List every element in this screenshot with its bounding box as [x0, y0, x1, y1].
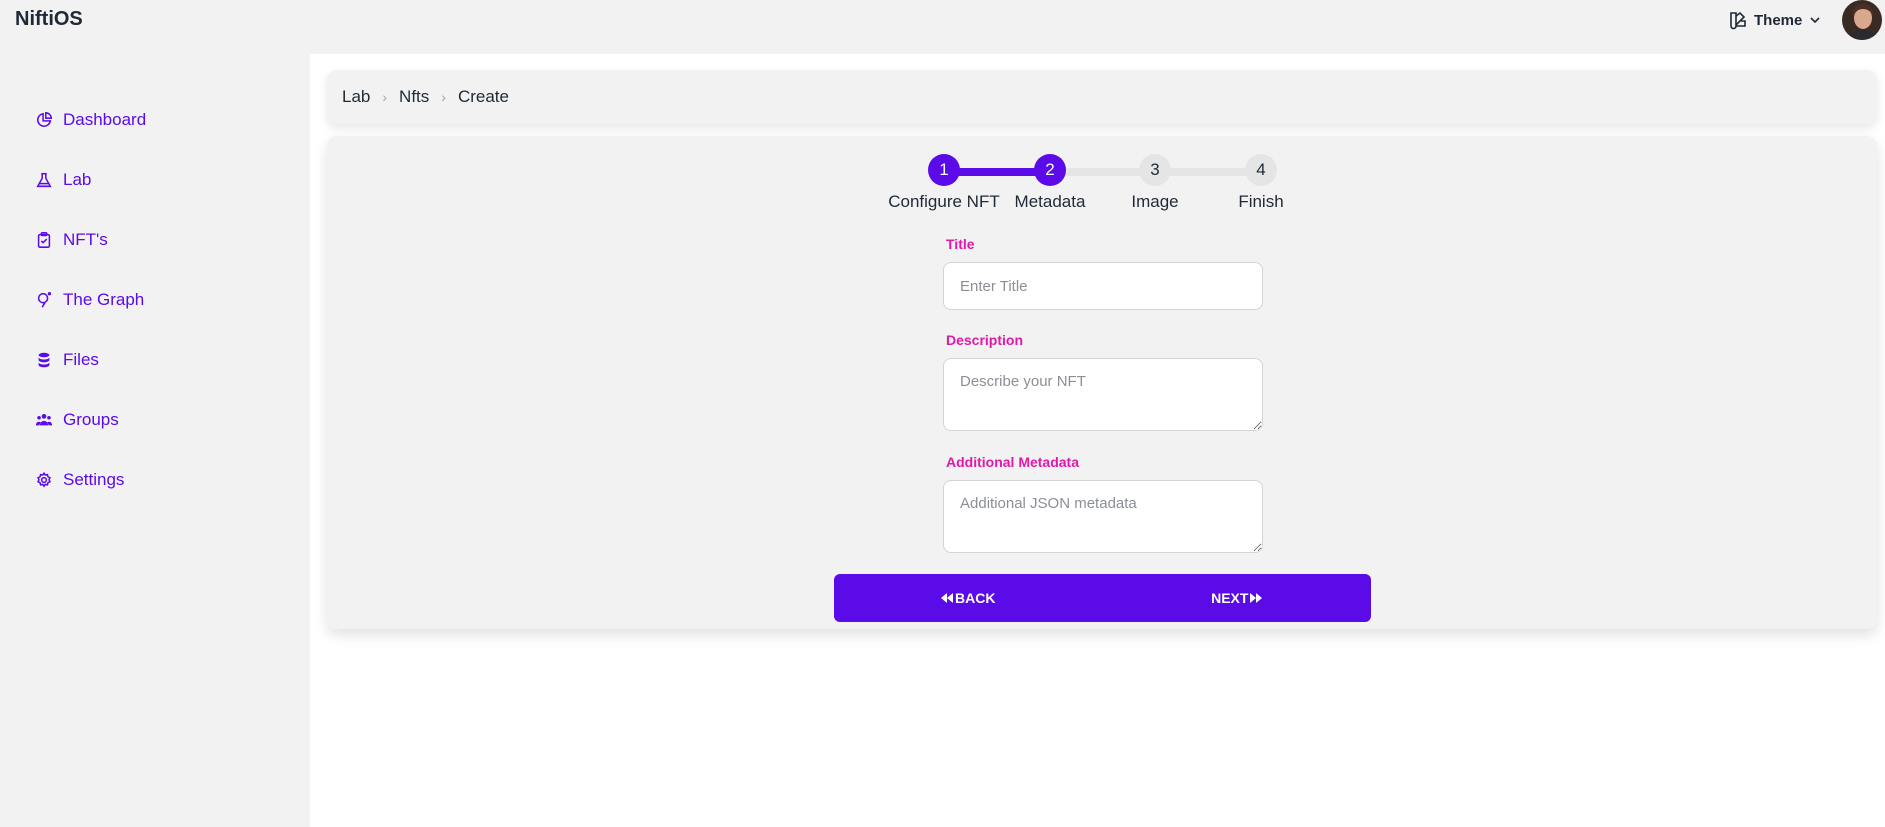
- sidebar-item-dashboard[interactable]: Dashboard: [35, 106, 146, 134]
- chevron-right-icon: ›: [441, 89, 446, 105]
- step-3-indicator: 3: [1139, 154, 1171, 186]
- step-4-label: Finish: [1238, 192, 1284, 211]
- sidebar-item-the-graph[interactable]: The Graph: [35, 286, 144, 314]
- chevron-down-icon: [1810, 17, 1820, 24]
- sidebar-item-label: NFT's: [63, 230, 108, 249]
- breadcrumb-item-lab[interactable]: Lab: [342, 87, 370, 107]
- rewind-icon: [941, 593, 954, 603]
- sidebar-item-label: Lab: [63, 170, 92, 189]
- sidebar: Dashboard Lab NFT's The Graph Files Grou…: [0, 54, 310, 827]
- breadcrumb-item-create: Create: [457, 87, 509, 106]
- breadcrumb: Lab › Nfts › Create: [327, 70, 1877, 124]
- fast-forward-icon: [1250, 593, 1263, 603]
- clipboard-check-icon: [37, 232, 51, 248]
- next-button-label: NEXT: [1211, 590, 1249, 606]
- step-2-indicator: 2: [1034, 154, 1066, 186]
- sidebar-item-files[interactable]: Files: [35, 346, 99, 374]
- top-bar: NiftiOS Theme: [0, 0, 1885, 54]
- breadcrumb-item-nfts[interactable]: Nfts: [399, 87, 429, 107]
- chart-pie-icon: [37, 112, 52, 127]
- user-avatar[interactable]: [1842, 0, 1882, 40]
- step-navigation: BACK NEXT: [834, 574, 1371, 622]
- sidebar-item-label: Files: [63, 350, 99, 369]
- sidebar-item-label: Dashboard: [63, 110, 147, 129]
- database-icon: [38, 352, 50, 368]
- additional-metadata-textarea[interactable]: [943, 480, 1263, 553]
- step-1-indicator: 1: [928, 154, 960, 186]
- chevron-right-icon: ›: [382, 89, 388, 105]
- graph-icon: [37, 292, 52, 308]
- additional-metadata-label: Additional Metadata: [946, 454, 1080, 470]
- sidebar-item-label: Settings: [63, 470, 125, 489]
- sidebar-item-lab[interactable]: Lab: [35, 166, 91, 194]
- description-label: Description: [946, 332, 1024, 348]
- gear-icon: [37, 471, 51, 488]
- theme-button[interactable]: Theme: [1728, 8, 1822, 32]
- back-button[interactable]: BACK: [834, 574, 1103, 622]
- title-label: Title: [946, 236, 975, 252]
- app-brand[interactable]: NiftiOS: [15, 8, 83, 31]
- next-button[interactable]: NEXT: [1103, 574, 1372, 622]
- palette-icon: [1730, 11, 1746, 30]
- step-4-indicator: 4: [1245, 154, 1277, 186]
- back-button-label: BACK: [955, 590, 996, 606]
- users-icon: [35, 414, 53, 426]
- sidebar-item-label: The Graph: [63, 290, 145, 309]
- description-textarea[interactable]: [943, 358, 1263, 431]
- sidebar-item-nfts[interactable]: NFT's: [35, 226, 108, 254]
- sidebar-item-settings[interactable]: Settings: [35, 466, 124, 494]
- sidebar-item-groups[interactable]: Groups: [35, 406, 119, 434]
- sidebar-item-label: Groups: [63, 410, 119, 429]
- beaker-icon: [36, 172, 52, 188]
- title-input[interactable]: [943, 262, 1263, 310]
- theme-label: Theme: [1754, 11, 1803, 29]
